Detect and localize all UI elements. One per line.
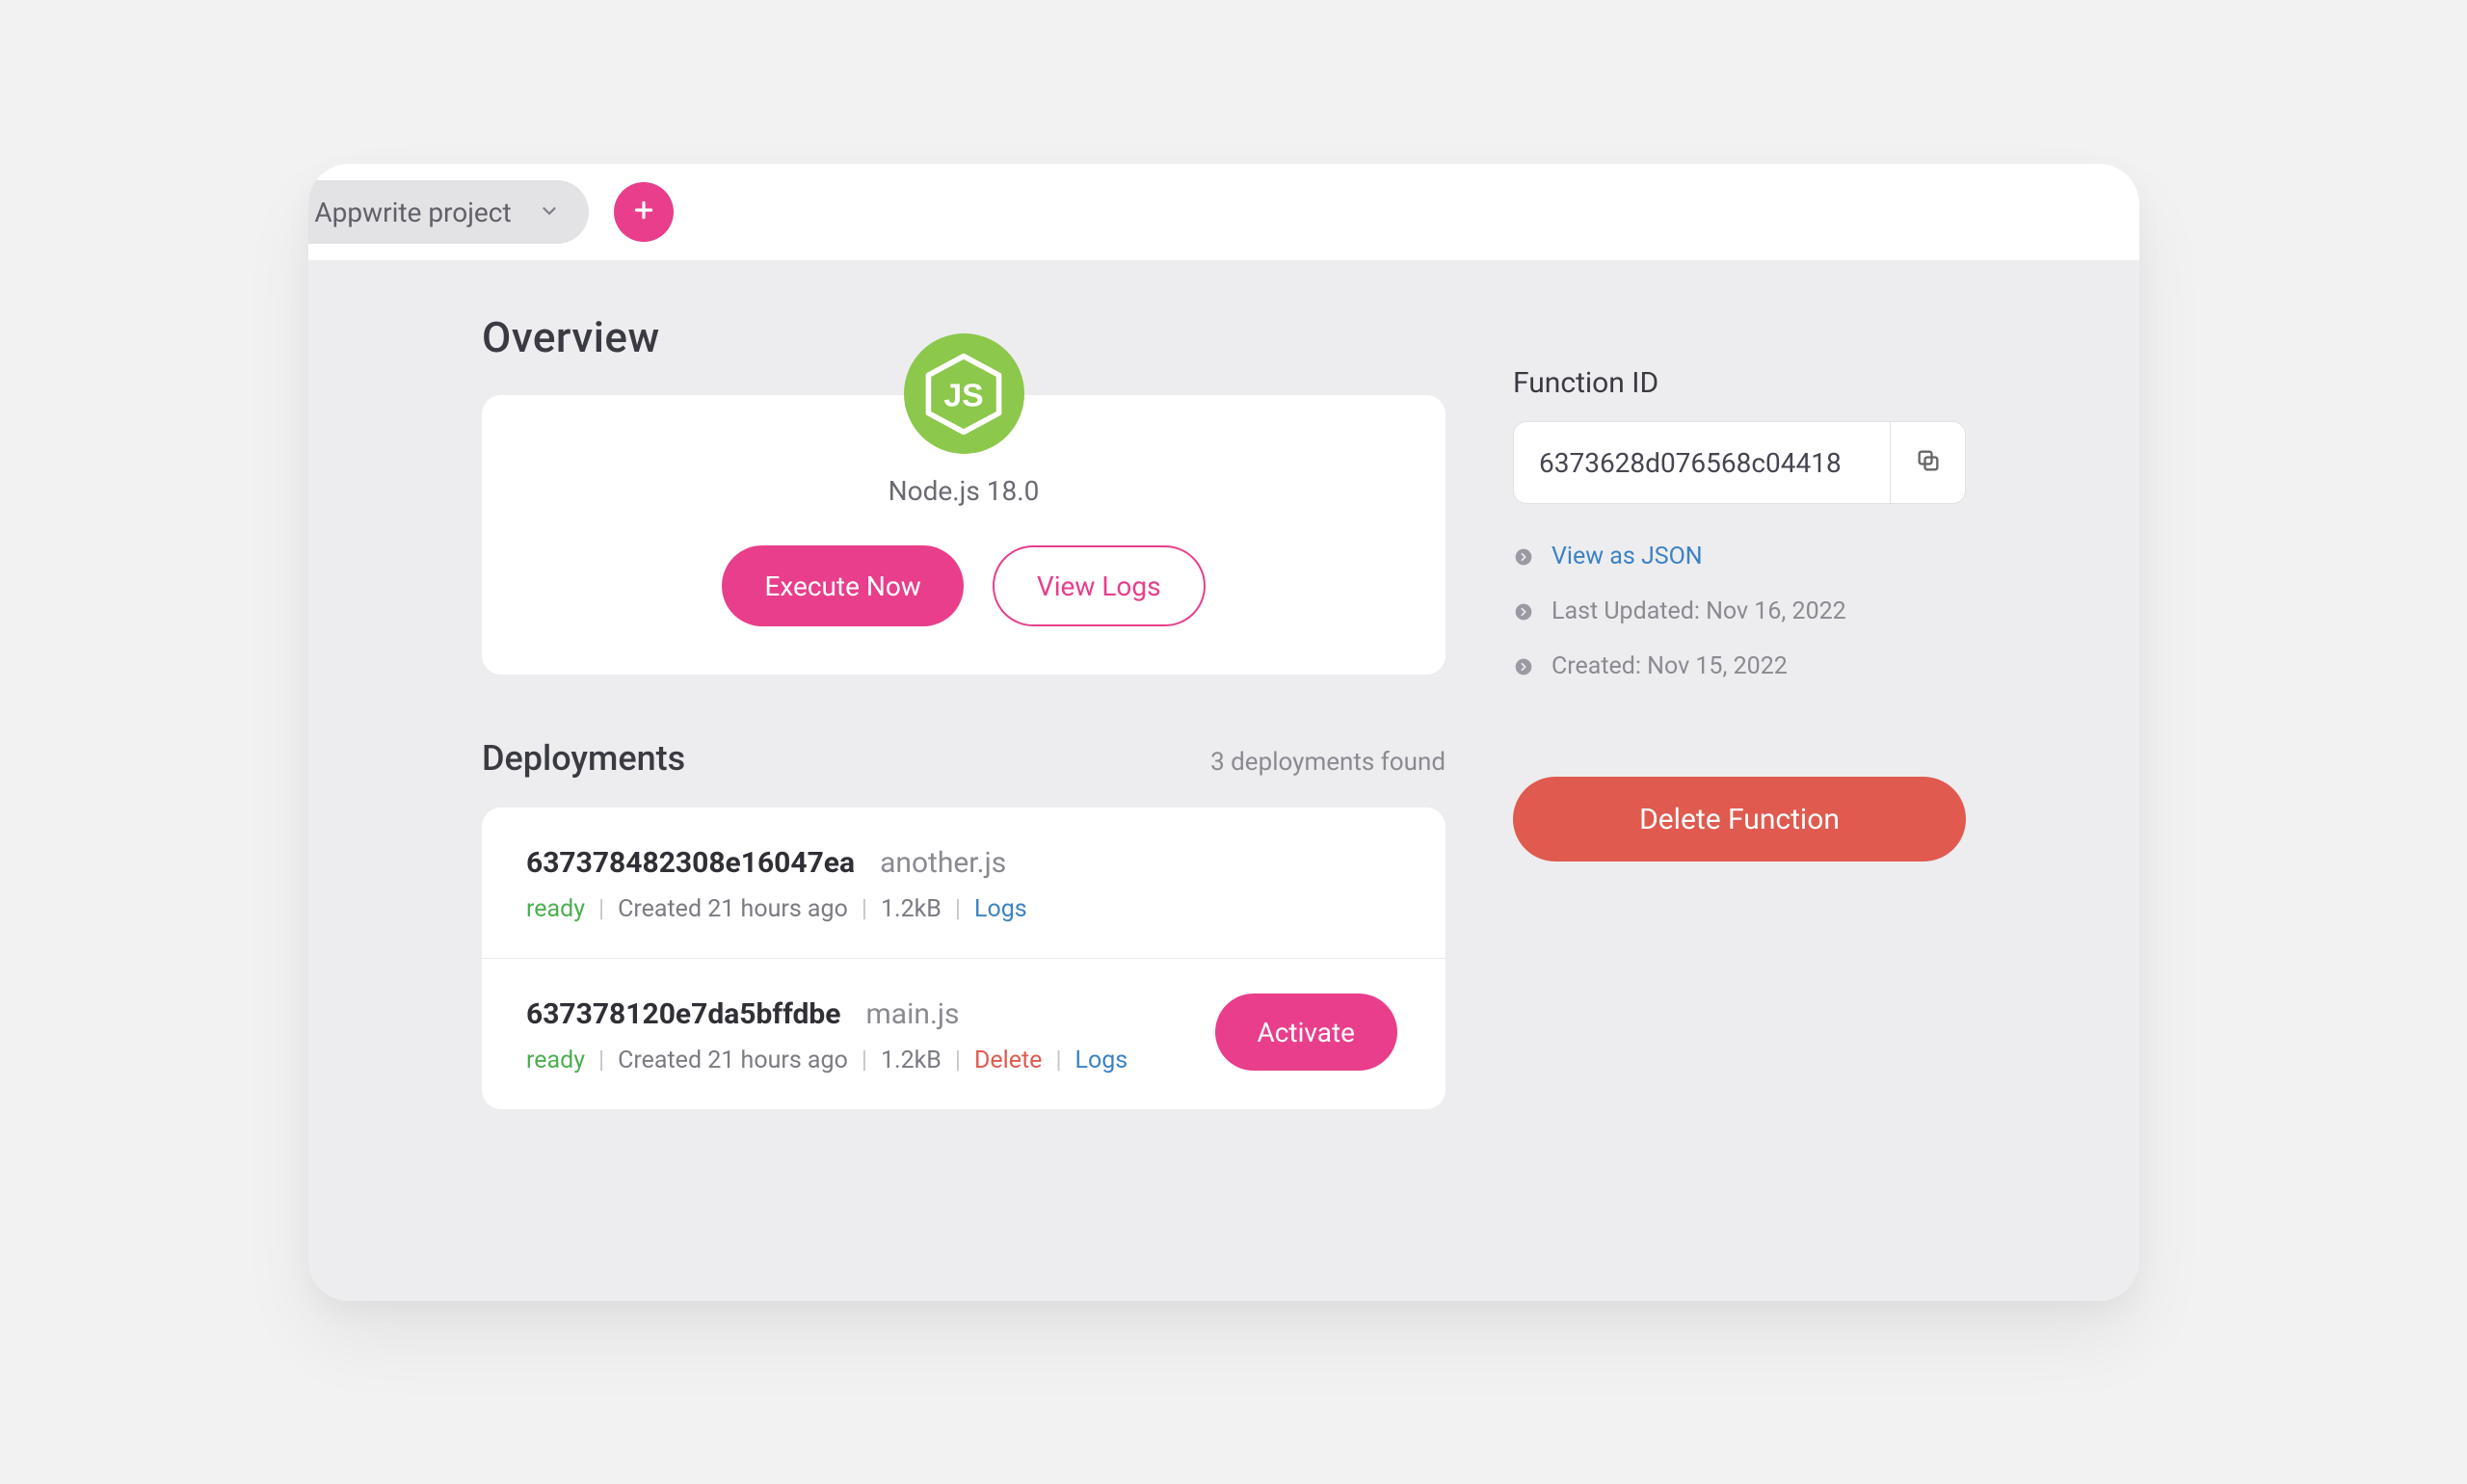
activate-button[interactable]: Activate [1215,994,1398,1071]
main-column: Overview JS Node.js 18.0 Execute Now Vie… [482,312,1446,1109]
deployment-file: another.js [880,846,1006,880]
deployment-status: ready [526,1047,585,1074]
deployment-row: 637378482308e16047ea another.js ready | … [482,808,1446,959]
svg-text:JS: JS [943,377,983,413]
deployment-file: main.js [865,997,959,1031]
arrow-right-circle-icon [1513,656,1534,677]
runtime-name: Node.js 18.0 [889,475,1040,507]
function-id-label: Function ID [1513,366,1966,400]
chevron-down-icon [539,197,560,228]
copy-icon [1915,447,1942,478]
function-meta-list: View as JSON Last Updated: Nov 16, 2022 … [1513,543,1966,680]
function-id-box: 6373628d076568c04418 [1513,421,1966,504]
topbar: . Appwrite project [308,164,2139,260]
project-selector-label: . Appwrite project [308,197,512,228]
arrow-right-circle-icon [1513,546,1534,568]
deployment-id: 637378120e7da5bffdbe [526,997,840,1031]
deployment-size: 1.2kB [881,895,942,923]
created-text: Created: Nov 15, 2022 [1552,652,1788,680]
function-actions: Execute Now View Logs [722,545,1205,626]
project-selector[interactable]: . Appwrite project [308,180,589,244]
arrow-right-circle-icon [1513,601,1534,623]
deployment-row: Activate 637378120e7da5bffdbe main.js re… [482,959,1446,1109]
deployment-logs-link[interactable]: Logs [974,895,1027,923]
function-id-value: 6373628d076568c04418 [1514,422,1890,503]
side-column: Function ID 6373628d076568c04418 [1513,312,1966,1109]
add-button[interactable] [614,182,674,242]
deployments-heading: Deployments [482,738,685,779]
deployment-created: Created 21 hours ago [618,895,848,923]
nodejs-icon: JS [904,333,1024,454]
execute-now-button[interactable]: Execute Now [722,545,963,626]
last-updated-row: Last Updated: Nov 16, 2022 [1513,597,1966,625]
deployment-status: ready [526,895,585,923]
last-updated-text: Last Updated: Nov 16, 2022 [1552,597,1846,625]
content: Overview JS Node.js 18.0 Execute Now Vie… [308,260,2139,1109]
deployment-size: 1.2kB [881,1047,942,1074]
function-card: JS Node.js 18.0 Execute Now View Logs [482,395,1446,675]
app-window: . Appwrite project Overview [308,164,2139,1301]
view-as-json-link[interactable]: View as JSON [1552,543,1703,570]
deployment-logs-link[interactable]: Logs [1075,1047,1128,1074]
deployments-list: 637378482308e16047ea another.js ready | … [482,808,1446,1109]
delete-function-button[interactable]: Delete Function [1513,777,1966,861]
view-as-json-row[interactable]: View as JSON [1513,543,1966,570]
deployment-delete-link[interactable]: Delete [974,1047,1042,1074]
view-logs-button[interactable]: View Logs [993,545,1206,626]
deployments-count: 3 deployments found [1210,748,1446,777]
deployment-id: 637378482308e16047ea [526,846,855,880]
plus-icon [631,198,656,226]
created-row: Created: Nov 15, 2022 [1513,652,1966,680]
copy-id-button[interactable] [1890,422,1965,503]
deployment-created: Created 21 hours ago [618,1047,848,1074]
deployments-header: Deployments 3 deployments found [482,738,1446,779]
